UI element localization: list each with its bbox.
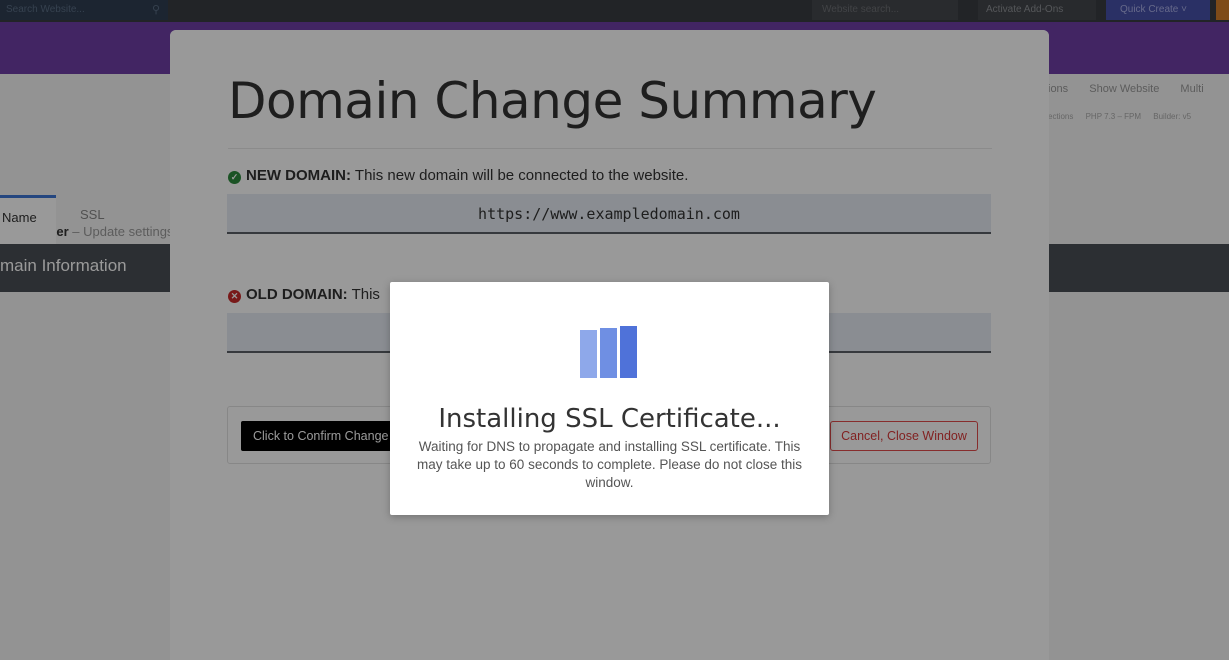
- loading-bar: [580, 330, 597, 378]
- loading-bars-icon: [580, 326, 640, 380]
- loader-message: Waiting for DNS to propagate and install…: [417, 439, 802, 490]
- loader-title: Installing SSL Certificate...: [438, 404, 781, 434]
- ssl-loading-dialog: Installing SSL Certificate... Waiting fo…: [390, 282, 829, 515]
- loading-bar: [600, 328, 617, 378]
- loading-bar: [620, 326, 637, 378]
